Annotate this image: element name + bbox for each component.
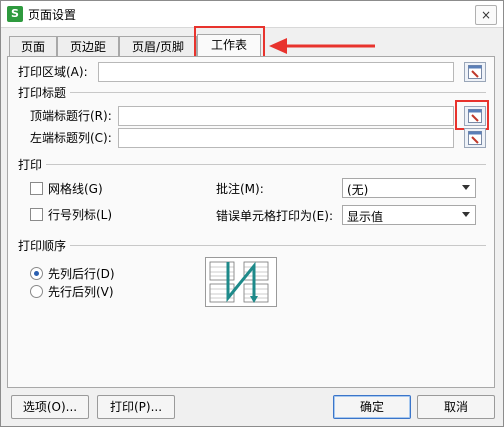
over-then-down-radio[interactable] [30, 285, 43, 298]
print-order-diagram-icon [209, 261, 269, 303]
comments-select-value: (无) [347, 183, 369, 197]
left-cols-label: 左端标题列(C): [30, 131, 112, 145]
cell-errors-label: 错误单元格打印为(E): [216, 209, 333, 223]
down-then-over-radio[interactable] [30, 267, 43, 280]
cell-errors-select-value: 显示值 [347, 210, 384, 224]
annotation-highlight-picker [455, 100, 489, 130]
sheet-tab-panel: 打印区域(A): 打印标题 顶端标题行(R): 左端标题列(C): 打印 网格线… [7, 56, 495, 388]
print-order-divider [70, 245, 486, 246]
left-cols-range-picker[interactable] [464, 128, 486, 148]
print-area-label: 打印区域(A): [18, 65, 88, 79]
print-area-range-picker[interactable] [464, 62, 486, 82]
top-rows-label: 顶端标题行(R): [30, 109, 112, 123]
cancel-button[interactable]: 取消 [417, 395, 495, 419]
row-col-headers-checkbox[interactable] [30, 208, 43, 221]
print-titles-heading: 打印标题 [18, 86, 67, 100]
row-col-headers-label: 行号列标(L) [48, 208, 113, 222]
left-cols-field[interactable] [118, 128, 454, 148]
comments-label: 批注(M): [216, 182, 264, 196]
range-picker-icon [468, 131, 482, 145]
over-then-down-label: 先行后列(V) [48, 285, 114, 299]
print-order-heading: 打印顺序 [18, 239, 67, 253]
options-button[interactable]: 选项(O)... [11, 395, 89, 419]
gridlines-checkbox[interactable] [30, 182, 43, 195]
down-then-over-label: 先列后行(D) [48, 267, 115, 281]
chevron-down-icon [462, 212, 470, 217]
print-order-preview [205, 257, 277, 307]
print-area-field[interactable] [98, 62, 454, 82]
comments-select[interactable]: (无) [342, 178, 476, 198]
print-button[interactable]: 打印(P)... [97, 395, 175, 419]
print-divider [46, 164, 486, 165]
ok-button[interactable]: 确定 [333, 395, 411, 419]
print-titles-divider [70, 92, 486, 93]
cell-errors-select[interactable]: 显示值 [342, 205, 476, 225]
chevron-down-icon [462, 185, 470, 190]
page-setup-dialog: S 页面设置 × 页面 页边距 页眉/页脚 工作表 打印区域(A): 打印标题 … [0, 0, 504, 427]
range-picker-icon [468, 65, 482, 79]
top-rows-field[interactable] [118, 106, 454, 126]
annotation-arrowhead-tab [269, 38, 287, 54]
print-heading: 打印 [18, 158, 43, 172]
gridlines-label: 网格线(G) [48, 182, 103, 196]
